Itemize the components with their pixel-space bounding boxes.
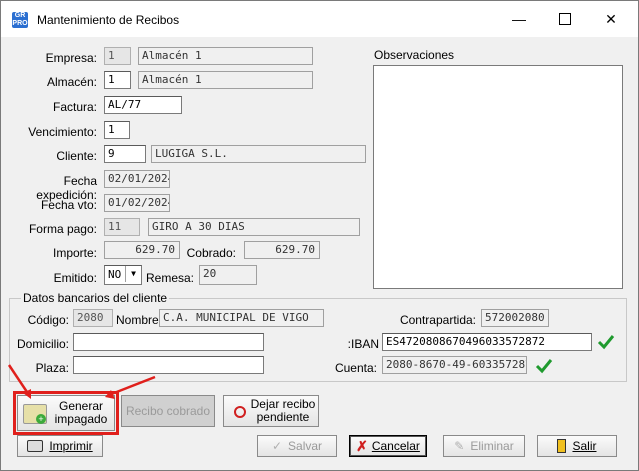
remesa-field: 20 bbox=[199, 265, 257, 285]
cuenta-label: Cuenta: bbox=[334, 361, 377, 375]
cobrado-field: 629.70 bbox=[244, 241, 320, 259]
bank-group-title: Datos bancarios del cliente bbox=[21, 291, 170, 305]
iban-valid-check-icon bbox=[597, 333, 615, 351]
maximize-button[interactable] bbox=[542, 1, 588, 37]
annotation-arrows bbox=[7, 364, 156, 399]
cancelar-button[interactable]: ✗ Cancelar bbox=[349, 435, 427, 457]
eraser-icon: ✎ bbox=[454, 439, 465, 453]
recibos-window: GR PRO Mantenimiento de Recibos — ✕ Empre… bbox=[0, 0, 639, 471]
iban-field[interactable]: ES4720808670496033572872 bbox=[382, 333, 592, 351]
dejar-pendiente-label: Dejar recibo pendiente bbox=[250, 397, 316, 424]
maximize-icon bbox=[559, 13, 571, 25]
cancel-x-icon: ✗ bbox=[356, 437, 368, 454]
window-title: Mantenimiento de Recibos bbox=[37, 13, 180, 27]
almacen-name-field: Almacén 1 bbox=[138, 71, 313, 89]
eliminar-label: Eliminar bbox=[470, 439, 514, 453]
salvar-label: Salvar bbox=[288, 439, 323, 453]
title-bar: GR PRO Mantenimiento de Recibos — ✕ bbox=[1, 1, 638, 37]
domicilio-field[interactable] bbox=[73, 333, 264, 351]
imprimir-button[interactable]: Imprimir bbox=[17, 435, 103, 457]
empresa-name-field: Almacén 1 bbox=[138, 47, 313, 65]
fecha-expedicion-field[interactable]: 02/01/2024 bbox=[104, 170, 170, 188]
dejar-pendiente-button[interactable]: Dejar recibo pendiente bbox=[223, 395, 319, 427]
cuenta-field: 2080-8670-49-6033572872 bbox=[382, 356, 527, 374]
emitido-label: Emitido: bbox=[53, 271, 97, 285]
contrapartida-field: 572002080 bbox=[481, 309, 549, 327]
close-button[interactable]: ✕ bbox=[588, 1, 634, 37]
forma-pago-label: Forma pago: bbox=[28, 222, 97, 236]
eliminar-button[interactable]: ✎ Eliminar bbox=[443, 435, 525, 457]
salvar-button[interactable]: ✓ Salvar bbox=[257, 435, 337, 457]
close-icon: ✕ bbox=[605, 10, 617, 27]
factura-field[interactable]: AL/77 bbox=[104, 96, 182, 114]
vencimiento-field[interactable]: 1 bbox=[104, 121, 130, 139]
cuenta-valid-check-icon bbox=[535, 357, 553, 375]
observaciones-label: Observaciones bbox=[374, 48, 455, 62]
forma-pago-name-field: GIRO A 30 DIAS bbox=[148, 218, 360, 236]
exit-door-icon bbox=[557, 439, 567, 453]
cliente-name-field: LUGIGA S.L. bbox=[151, 145, 366, 163]
emitido-select[interactable]: NO ▼ bbox=[104, 265, 142, 285]
remesa-label: Remesa: bbox=[146, 271, 195, 285]
minimize-button[interactable]: — bbox=[496, 1, 542, 37]
minimize-icon: — bbox=[512, 11, 526, 27]
emitido-value: NO bbox=[108, 268, 122, 281]
contrapartida-label: Contrapartida: bbox=[399, 313, 476, 327]
cliente-code-field[interactable]: 9 bbox=[104, 145, 146, 163]
chevron-down-icon[interactable]: ▼ bbox=[125, 266, 141, 282]
codigo-label: Código: bbox=[27, 313, 69, 327]
forma-pago-code-field: 11 bbox=[104, 218, 140, 236]
fecha-vto-label: Fecha vto: bbox=[40, 198, 97, 212]
nombre-label: Nombre bbox=[116, 313, 159, 327]
no-entry-icon bbox=[234, 406, 246, 418]
empresa-code-field: 1 bbox=[104, 47, 131, 65]
empresa-label: Empresa: bbox=[45, 51, 97, 65]
observaciones-textarea[interactable] bbox=[373, 65, 623, 289]
fecha-vto-field[interactable]: 01/02/2024 bbox=[104, 194, 170, 212]
importe-label: Importe: bbox=[52, 246, 97, 260]
almacen-label: Almacén: bbox=[46, 75, 97, 89]
imprimir-label: Imprimir bbox=[49, 439, 93, 453]
cliente-label: Cliente: bbox=[56, 149, 97, 163]
codigo-field: 2080 bbox=[73, 309, 113, 327]
iban-label: :IBAN bbox=[347, 337, 379, 351]
nombre-field: C.A. MUNICIPAL DE VIGO bbox=[159, 309, 324, 327]
salir-button[interactable]: Salir bbox=[537, 435, 617, 457]
cobrado-label: Cobrado: bbox=[186, 246, 236, 260]
vencimiento-label: Vencimiento: bbox=[28, 125, 97, 139]
salir-label: Salir bbox=[572, 439, 597, 453]
factura-label: Factura: bbox=[52, 100, 97, 114]
check-icon: ✓ bbox=[271, 439, 283, 453]
app-icon: GR PRO bbox=[12, 12, 28, 28]
printer-icon bbox=[27, 440, 44, 452]
domicilio-label: Domicilio: bbox=[16, 337, 69, 351]
importe-field: 629.70 bbox=[104, 241, 180, 259]
almacen-code-field[interactable]: 1 bbox=[104, 71, 131, 89]
cancelar-label: Cancelar bbox=[371, 439, 420, 453]
